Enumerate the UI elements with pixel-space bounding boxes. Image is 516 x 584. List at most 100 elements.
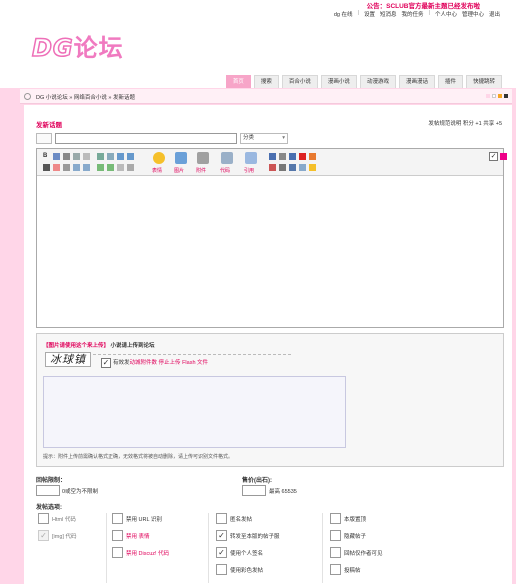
user-link-messages[interactable]: 短消息 [380,10,397,18]
hr-icon[interactable] [127,164,134,171]
category-select[interactable]: 分类 [240,133,288,144]
attachment-checkbox[interactable]: ✓ [101,358,111,368]
color-icon[interactable] [43,164,50,171]
emoji-extra-icon[interactable] [309,164,316,171]
option-sticky-checkbox[interactable] [330,513,341,524]
unlink-icon[interactable] [107,164,114,171]
captcha-image[interactable]: 冰球镇 [45,352,91,367]
notice-text[interactable]: 公告：SCLUB官方最新主题已经发布啦 [367,0,480,10]
background-color-icon[interactable] [53,164,60,171]
thread-type-select[interactable] [36,133,52,144]
option-signature-checkbox[interactable]: ✓ [216,547,227,558]
style-swatch-pink[interactable] [486,94,490,98]
subject-input[interactable] [55,133,237,144]
toolbar-label-code[interactable]: 代码 [220,167,230,174]
option-disable-url-checkbox[interactable] [112,513,123,524]
sale-icon[interactable] [289,164,296,171]
table-insert-icon[interactable] [299,164,306,171]
nav-item-search[interactable]: 搜索 [253,75,279,88]
toolbar-label-image[interactable]: 图片 [174,167,184,174]
user-link-profile[interactable]: 个人中心 [435,10,457,18]
font-icon[interactable] [269,153,276,160]
nav-item-quick-jump[interactable]: 快捷跳转 [465,75,502,88]
option-html-label: Html 代码 [52,517,76,523]
table-icon[interactable] [117,164,124,171]
eraser-icon[interactable] [500,153,507,160]
nav-item-anime-games[interactable]: 动漫游戏 [359,75,396,88]
outdent-icon[interactable] [83,164,90,171]
style-swatch-orange[interactable] [498,94,502,98]
user-link-online[interactable]: dg 在线 [334,10,353,18]
font-size-icon[interactable] [63,153,70,160]
nav-item-home[interactable]: 首页 [225,75,251,88]
list-icon[interactable] [63,164,70,171]
style-swatch-dark[interactable] [504,94,508,98]
quote-icon[interactable] [245,152,257,164]
option-author-only-checkbox[interactable] [330,547,341,558]
music-icon[interactable] [309,153,316,160]
nav-item-yuri-novels[interactable]: 百合小说 [281,75,318,88]
option-signature-label: 使用个人签名 [230,551,264,557]
free-icon[interactable] [279,164,286,171]
style-swatch-white[interactable] [492,94,496,98]
flash-icon[interactable] [299,153,306,160]
redo-icon[interactable] [127,153,134,160]
bold-icon[interactable]: B [43,153,50,160]
nav-item-plugins[interactable]: 插件 [437,75,463,88]
italic-icon[interactable] [73,153,80,160]
home-icon[interactable] [24,93,31,100]
attachment-title: 【图片请使用这个来上传】 小说请上传到论坛 [43,341,155,349]
format-icon[interactable] [279,153,286,160]
option-disable-bbcode-checkbox[interactable] [112,547,123,558]
breadcrumb[interactable]: DG 小说论坛 » 网络百合小说 » 发新话题 [36,93,135,101]
code-icon[interactable] [221,152,233,164]
nav-item-comic-novels[interactable]: 漫画小说 [320,75,357,88]
option-forward-checkbox[interactable]: ✓ [216,530,227,541]
option-color-checkbox[interactable] [216,564,227,575]
underline-icon[interactable] [83,153,90,160]
image-icon[interactable] [175,152,187,164]
post-rules-info[interactable]: 发帖规范说明 积分 +1 共享 +5 [428,119,502,127]
option-hidden-checkbox[interactable] [330,530,341,541]
price-input[interactable] [242,485,266,496]
indent-icon[interactable] [73,164,80,171]
user-link-logout[interactable]: 退出 [489,10,500,18]
toolbar-label-quote[interactable]: 引用 [244,167,254,174]
editor-body[interactable] [37,176,503,327]
option-hidden-label: 隐藏帖子 [344,534,367,540]
link-icon[interactable] [97,164,104,171]
wysiwyg-toggle[interactable]: ✓ [489,152,498,161]
toolbar-label-attachment[interactable]: 附件 [196,167,206,174]
site-logo[interactable]: DG论坛 [31,28,124,63]
separator: | [428,10,430,16]
price-label: 售价(出石): [242,478,272,484]
attachment-hint: 提示：附件上传前需确认格式正确，无效格式将被自动删除，请上传可识别文件格式。 [43,454,234,460]
align-left-icon[interactable] [97,153,104,160]
attachment-panel: 【图片请使用这个来上传】 小说请上传到论坛 冰球镇 ✓ 有效发动城附件数 停止上… [36,333,504,467]
attachment-icon[interactable] [197,152,209,164]
user-link-tasks[interactable]: 我的任务 [402,10,424,18]
attachment-title-rest: 小说请上传到论坛 [109,343,155,349]
option-disable-smilies-checkbox[interactable] [112,530,123,541]
post-options-label: 发帖选项: [36,505,62,511]
option-html-checkbox[interactable] [38,513,49,524]
attachment-title-red[interactable]: 【图片请使用这个来上传】 [43,343,109,349]
option-anonymous-checkbox[interactable] [216,513,227,524]
align-center-icon[interactable] [107,153,114,160]
font-family-icon[interactable] [53,153,60,160]
smiley-icon[interactable] [153,152,165,164]
user-link-admin[interactable]: 管理中心 [462,10,484,18]
post-form: 发新话题 发帖规范说明 积分 +1 共享 +5 分类 B [24,105,512,584]
attachment-note-prefix: 有效发 [113,360,130,366]
upload-area[interactable] [43,376,346,448]
attachment-note-link[interactable]: 动城附件数 停止上传 Flash 文件 [130,360,209,366]
user-link-settings[interactable]: 设置 [364,10,375,18]
reply-limit-input[interactable] [36,485,60,496]
undo-icon[interactable] [117,153,124,160]
media-icon[interactable] [289,153,296,160]
option-img-label: [img] 代码 [52,534,77,540]
nav-item-comic-talk[interactable]: 漫画漫话 [398,75,435,88]
toolbar-label-smiley[interactable]: 表情 [152,167,162,174]
option-contribution-checkbox[interactable] [330,564,341,575]
hide-icon[interactable] [269,164,276,171]
